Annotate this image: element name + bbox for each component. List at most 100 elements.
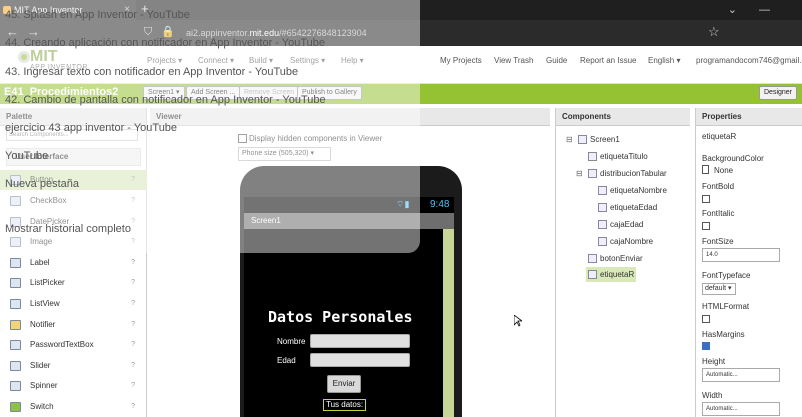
help-icon[interactable]: ? xyxy=(131,253,135,273)
designer-button[interactable]: Designer xyxy=(759,86,798,100)
component-etiqueta-r[interactable]: etiquetaR xyxy=(586,267,636,282)
history-item[interactable]: Nueva pestaña xyxy=(5,178,79,190)
help-icon[interactable]: ? xyxy=(131,335,135,355)
collapse-toggle[interactable]: ⊟ xyxy=(566,135,573,144)
cursor-icon xyxy=(514,315,522,327)
font-bold-checkbox[interactable] xyxy=(702,195,710,203)
component-boton-enviar[interactable]: botonEnviar xyxy=(588,254,643,264)
palette-item-slider[interactable]: Slider? xyxy=(0,356,147,376)
screen-icon xyxy=(578,135,587,145)
component-caja-nombre[interactable]: cajaNombre xyxy=(598,237,654,247)
help-icon[interactable]: ? xyxy=(131,376,135,396)
palette-item-label: ListPicker xyxy=(30,278,65,287)
component-etiqueta-edad[interactable]: etiquetaEdad xyxy=(598,203,657,213)
prop-font-bold-label: FontBold xyxy=(702,182,735,191)
menu-report-issue[interactable]: Report an Issue xyxy=(580,56,636,65)
palette-item-label: PasswordTextBox xyxy=(30,340,94,349)
warning-icon xyxy=(10,320,21,330)
history-item[interactable]: ejercicio 43 app inventor - YouTube xyxy=(5,122,177,134)
palette-item-passwordtextbox[interactable]: PasswordTextBox? xyxy=(0,335,147,355)
palette-item-label: Notifier xyxy=(30,320,56,329)
component-distribucion-tabular[interactable]: distribucionTabular xyxy=(588,169,667,179)
menu-account[interactable]: programandocom746@gmail.com ▾ xyxy=(696,56,802,65)
help-icon[interactable]: ? xyxy=(131,397,135,417)
history-item[interactable]: 42. Cambio de pantalla con notificador e… xyxy=(5,94,326,106)
palette-item-label[interactable]: Label? xyxy=(0,253,147,273)
listpicker-icon xyxy=(10,278,21,288)
spinner-icon xyxy=(10,381,21,391)
menu-guide[interactable]: Guide xyxy=(546,56,567,65)
height-input[interactable]: Automatic... xyxy=(702,368,780,382)
has-margins-checkbox[interactable] xyxy=(702,342,710,350)
help-icon[interactable]: ? xyxy=(131,356,135,376)
palette-item-label: ListView xyxy=(30,299,60,308)
switch-icon xyxy=(10,402,21,412)
history-item[interactable]: YouTube xyxy=(5,150,48,162)
prop-background-color-value[interactable]: None xyxy=(714,166,733,175)
color-swatch[interactable] xyxy=(702,165,709,174)
prop-html-format-label: HTMLFormat xyxy=(702,302,750,311)
show-full-history-link[interactable]: Mostrar historial completo xyxy=(5,223,131,235)
boton-enviar[interactable]: Enviar xyxy=(327,375,361,393)
help-icon[interactable]: ? xyxy=(131,273,135,293)
component-label: cajaEdad xyxy=(610,220,644,229)
screen-side-strip xyxy=(443,229,454,417)
component-label: cajaNombre xyxy=(610,237,654,246)
palette-item-label: Switch xyxy=(30,402,54,411)
help-icon[interactable]: ? xyxy=(131,294,135,314)
component-label: distribucionTabular xyxy=(600,169,667,178)
etiqueta-titulo[interactable]: Datos Personales xyxy=(268,308,413,326)
palette-item-label: Label xyxy=(30,258,50,267)
label-icon xyxy=(588,270,597,280)
history-item[interactable]: 43. Ingresar texto con notificador en Ap… xyxy=(5,66,298,78)
palette-item-notifier[interactable]: Notifier? xyxy=(0,315,147,335)
button-icon xyxy=(588,254,597,264)
component-label: botonEnviar xyxy=(600,254,643,263)
prop-background-color-label: BackgroundColor xyxy=(702,154,764,163)
slider-icon xyxy=(10,361,21,371)
font-size-input[interactable]: 14.0 xyxy=(702,248,780,262)
menu-my-projects[interactable]: My Projects xyxy=(440,56,482,65)
help-icon[interactable]: ? xyxy=(131,315,135,335)
bookmark-star-icon[interactable]: ☆ xyxy=(708,24,720,40)
textbox-icon xyxy=(598,220,607,230)
component-etiqueta-nombre[interactable]: etiquetaNombre xyxy=(598,186,667,196)
history-item[interactable]: 45. Splash en App Inventor - YouTube xyxy=(5,9,190,21)
label-icon xyxy=(598,203,607,213)
palette-item-switch[interactable]: Switch? xyxy=(0,397,147,417)
menu-language[interactable]: English ▾ xyxy=(648,56,680,65)
selected-component-name: etiquetaR xyxy=(702,132,737,141)
font-italic-checkbox[interactable] xyxy=(702,222,710,230)
menu-view-trash[interactable]: View Trash xyxy=(494,56,533,65)
collapse-toggle[interactable]: ⊟ xyxy=(576,169,583,178)
caja-edad-input[interactable] xyxy=(310,353,410,367)
component-label: etiquetaTitulo xyxy=(600,152,648,161)
window-controls[interactable]: ⌄— xyxy=(728,0,792,20)
history-item[interactable]: 44. Creando aplicación con notificador e… xyxy=(5,37,325,49)
password-icon xyxy=(10,340,21,350)
components-header: Components xyxy=(556,108,690,126)
component-label: Screen1 xyxy=(590,135,620,144)
prop-font-italic-label: FontItalic xyxy=(702,209,735,218)
component-caja-edad[interactable]: cajaEdad xyxy=(598,220,644,230)
label-icon xyxy=(10,258,21,268)
phone-time: 9:48 xyxy=(430,199,450,210)
palette-item-spinner[interactable]: Spinner? xyxy=(0,376,147,396)
etiqueta-r[interactable]: Tus datos: xyxy=(323,399,367,411)
palette-item-label: Slider xyxy=(30,361,51,370)
html-format-checkbox[interactable] xyxy=(702,315,710,323)
properties-header: Properties xyxy=(696,108,802,126)
palette-item-listview[interactable]: ListView? xyxy=(0,294,147,314)
palette-item-listpicker[interactable]: ListPicker? xyxy=(0,273,147,293)
table-icon xyxy=(588,169,597,179)
prop-has-margins-label: HasMargins xyxy=(702,330,745,339)
component-etiqueta-titulo[interactable]: etiquetaTitulo xyxy=(588,152,648,162)
palette-item-label: Spinner xyxy=(30,381,58,390)
caja-nombre-input[interactable] xyxy=(310,334,410,348)
label-icon xyxy=(588,152,597,162)
etiqueta-nombre[interactable]: Nombre xyxy=(277,337,305,346)
etiqueta-edad[interactable]: Edad xyxy=(277,356,296,365)
font-typeface-select[interactable]: default ▾ xyxy=(702,283,736,295)
width-input[interactable]: Automatic... xyxy=(702,402,780,416)
component-screen1[interactable]: Screen1 xyxy=(578,135,620,145)
